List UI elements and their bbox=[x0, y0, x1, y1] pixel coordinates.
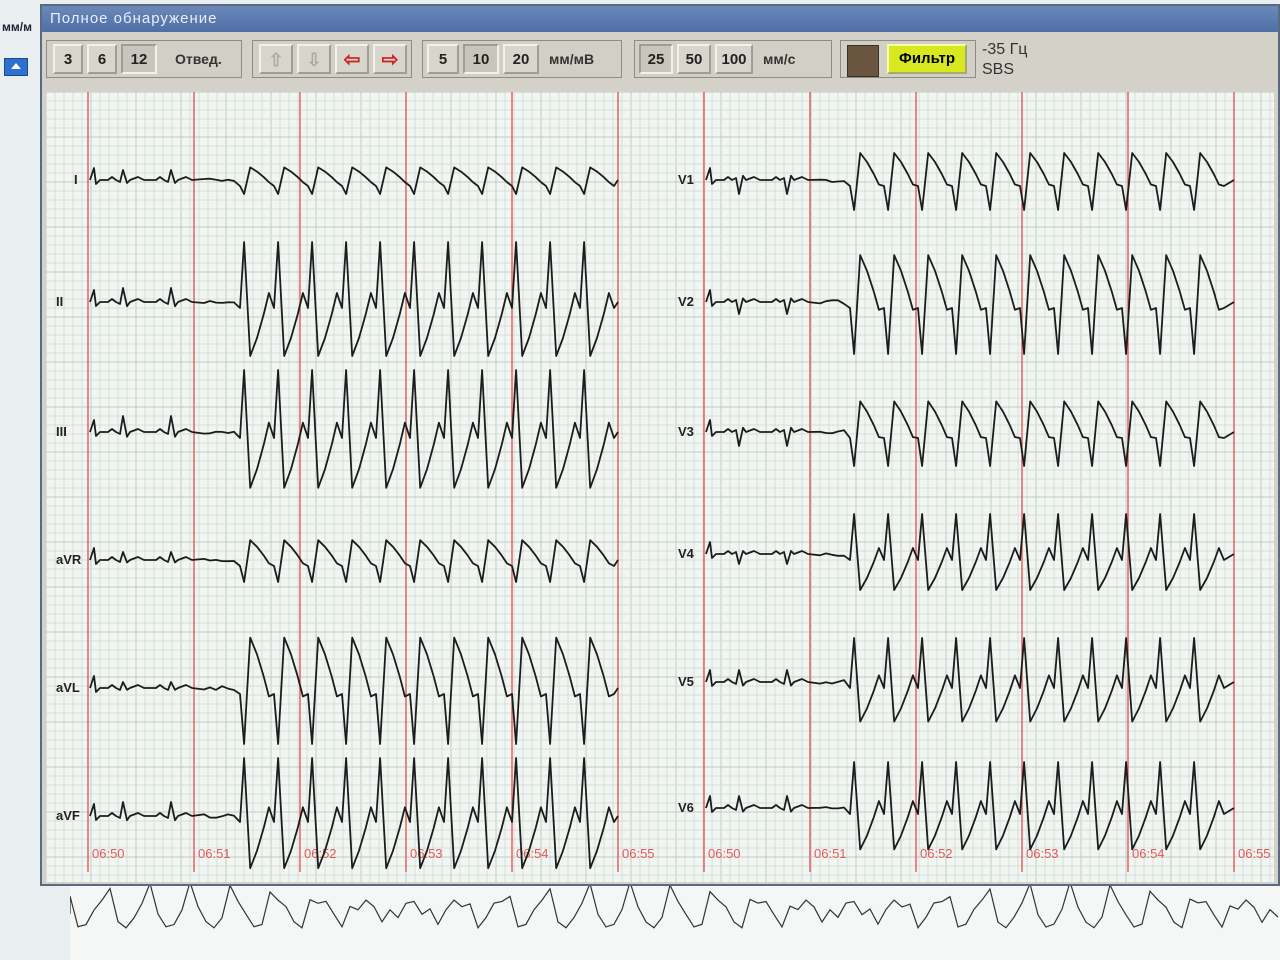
lead-label-aVL: aVL bbox=[56, 680, 80, 695]
time-label: 06:55 bbox=[622, 846, 655, 861]
arrow-left-icon[interactable] bbox=[335, 44, 369, 74]
lead-label-aVF: aVF bbox=[56, 808, 80, 823]
background-scroll-up-button[interactable] bbox=[4, 58, 28, 76]
background-ecg-strip bbox=[70, 884, 1280, 960]
leads-6-button[interactable]: 6 bbox=[87, 44, 117, 74]
lead-label-V2: V2 bbox=[678, 294, 694, 309]
time-label: 06:51 bbox=[814, 846, 847, 861]
lead-label-II: II bbox=[56, 294, 63, 309]
window-titlebar[interactable]: Полное обнаружение bbox=[42, 6, 1278, 32]
lead-label-V5: V5 bbox=[678, 674, 694, 689]
speed-unit-label: мм/с bbox=[763, 51, 795, 67]
arrow-down-icon[interactable] bbox=[297, 44, 331, 74]
time-label: 06:52 bbox=[920, 846, 953, 861]
ecg-traces: 06:50 06:51 06:52 06:53 06:54 06:55 06:50 06:51… bbox=[46, 92, 1274, 882]
filter-cutoff-text: -35 Гц bbox=[982, 40, 1027, 60]
filter-settings-icon[interactable] bbox=[847, 45, 879, 77]
background-ecg-trace bbox=[70, 884, 1278, 928]
time-label: 06:54 bbox=[1132, 846, 1165, 861]
leads-12-button[interactable]: 12 bbox=[121, 44, 157, 74]
background-unit-label: мм/м bbox=[2, 20, 32, 34]
time-label: 06:51 bbox=[198, 846, 231, 861]
lead-label-V3: V3 bbox=[678, 424, 694, 439]
arrow-right-icon[interactable] bbox=[373, 44, 407, 74]
filter-group: Фильтр bbox=[840, 40, 976, 78]
lead-label-I: I bbox=[74, 172, 78, 187]
ecg-paper[interactable]: 06:50 06:51 06:52 06:53 06:54 06:55 06:50 06:51… bbox=[46, 92, 1274, 882]
speed-25-button[interactable]: 25 bbox=[639, 44, 673, 74]
gain-5-button[interactable]: 5 bbox=[427, 44, 459, 74]
filter-sbs-text: SBS bbox=[982, 60, 1027, 80]
gain-20-button[interactable]: 20 bbox=[503, 44, 539, 74]
lead-label-V1: V1 bbox=[678, 172, 694, 187]
gain-group: 5 10 20 мм/мВ bbox=[422, 40, 622, 78]
leads-label: Отвед. bbox=[175, 51, 222, 67]
filter-button[interactable]: Фильтр bbox=[887, 44, 967, 74]
leads-3-button[interactable]: 3 bbox=[53, 44, 83, 74]
time-label: 06:50 bbox=[92, 846, 125, 861]
ecg-toolbar: 3 6 12 Отвед. 5 10 20 мм/мВ 25 50 100 мм… bbox=[42, 32, 1278, 92]
lead-label-V6: V6 bbox=[678, 800, 694, 815]
gain-unit-label: мм/мВ bbox=[549, 51, 594, 67]
arrow-up-icon[interactable] bbox=[259, 44, 293, 74]
leads-group: 3 6 12 Отвед. bbox=[46, 40, 242, 78]
lead-label-III: III bbox=[56, 424, 67, 439]
lead-label-V4: V4 bbox=[678, 546, 695, 561]
full-disclosure-window: Полное обнаружение 3 6 12 Отвед. 5 10 20… bbox=[40, 4, 1280, 886]
gain-10-button[interactable]: 10 bbox=[463, 44, 499, 74]
navigation-group bbox=[252, 40, 412, 78]
time-label: 06:52 bbox=[304, 846, 337, 861]
time-label: 06:55 bbox=[1238, 846, 1271, 861]
filter-info: -35 Гц SBS bbox=[982, 40, 1027, 80]
lead-label-aVR: aVR bbox=[56, 552, 82, 567]
speed-50-button[interactable]: 50 bbox=[677, 44, 711, 74]
speed-group: 25 50 100 мм/с bbox=[634, 40, 832, 78]
speed-100-button[interactable]: 100 bbox=[715, 44, 753, 74]
time-label: 06:50 bbox=[708, 846, 741, 861]
